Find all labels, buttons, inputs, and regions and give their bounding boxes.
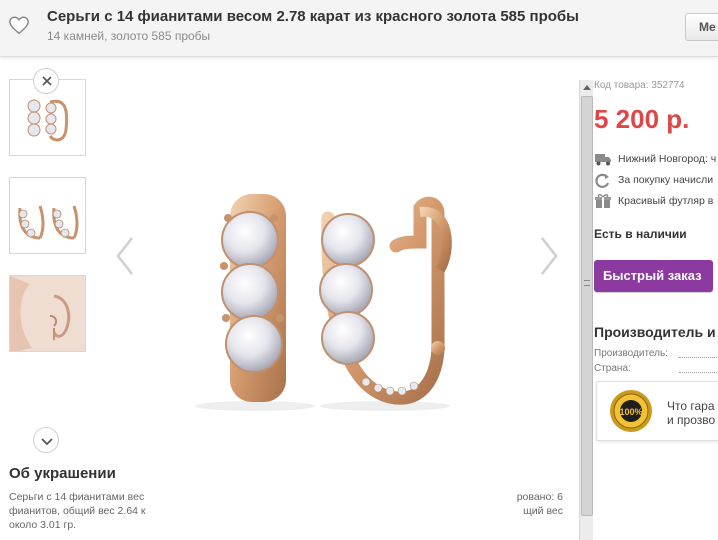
guarantee-line-2: и прозво (667, 413, 716, 427)
dotted-leader (679, 372, 718, 373)
product-sidebar: Код товара: 352774 5 200 р. Нижний Новго… (594, 76, 718, 540)
guarantee-line-1: Что гара (667, 399, 715, 413)
quick-order-button[interactable]: Быстрый заказ (594, 260, 713, 292)
page-header: Серьги с 14 фианитами весом 2.78 карат и… (0, 0, 718, 57)
refresh-icon (595, 173, 610, 188)
manufacturer-label: Производитель: (594, 348, 668, 359)
menu-button[interactable]: Ме (685, 13, 718, 41)
about-description-right: ровано: 6 щий вес (516, 491, 563, 517)
guarantee-seal-icon: 100% (610, 390, 652, 432)
stock-status: Есть в наличии (594, 227, 687, 241)
bonus-text: За покупку начисли (618, 174, 714, 186)
country-label: Страна: (594, 363, 631, 374)
earring-on-ear-thumbnail (10, 276, 85, 351)
grip-icon (584, 280, 590, 286)
chevron-down-icon (41, 438, 53, 446)
close-icon (42, 76, 52, 86)
next-image-arrow[interactable] (536, 234, 562, 278)
earrings-side-thumbnail (18, 205, 79, 240)
thumbnails-down-button[interactable] (33, 427, 59, 453)
about-description: Серьги с 14 фианитами вес фианитов, общи… (9, 491, 146, 531)
scrollbar-thumb[interactable] (581, 96, 593, 516)
product-price: 5 200 р. (594, 104, 690, 134)
truck-icon (595, 154, 611, 166)
thumbnail-2[interactable] (9, 177, 86, 254)
previous-image-arrow[interactable] (112, 234, 138, 278)
seal-text: 100% (619, 407, 642, 417)
thumbnail-3[interactable] (9, 275, 86, 352)
gift-icon (595, 194, 611, 208)
scroll-up-arrow[interactable] (580, 80, 594, 96)
product-sku: Код товара: 352774 (594, 80, 685, 91)
manufacturer-row: Производитель: (594, 348, 718, 359)
delivery-text: Нижний Новгород: ч (618, 153, 717, 165)
guarantee-text: Что гара и прозво (667, 399, 715, 427)
manufacturer-title: Производитель и (594, 324, 716, 340)
country-row: Страна: (594, 363, 718, 374)
gift-box-text: Красивый футляр в (618, 195, 714, 207)
scrollbar[interactable] (579, 80, 593, 540)
dotted-leader (679, 357, 718, 358)
about-title: Об украшении (9, 465, 116, 482)
product-main-image (195, 194, 452, 411)
product-title: Серьги с 14 фианитами весом 2.78 карат и… (47, 8, 579, 25)
guarantee-banner[interactable]: 100% Что гара и прозво (596, 381, 718, 441)
product-subtitle: 14 камней, золото 585 пробы (47, 29, 211, 43)
thumbnails-up-button[interactable] (33, 68, 59, 94)
heart-icon[interactable] (8, 14, 30, 36)
